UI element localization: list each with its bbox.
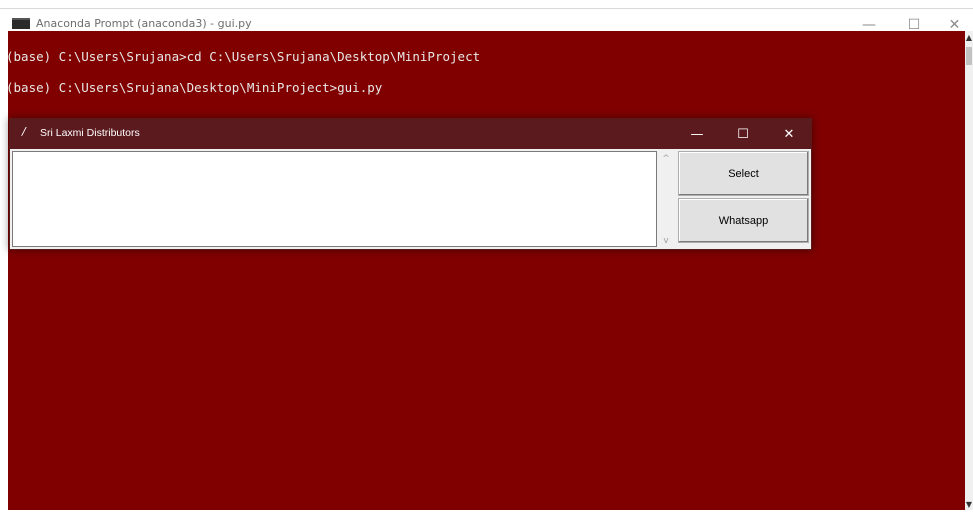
scrollbar-thumb[interactable] (966, 47, 972, 65)
whatsapp-button[interactable]: Whatsapp (678, 198, 809, 243)
outer-window-title: Anaconda Prompt (anaconda3) - gui.py (36, 17, 252, 30)
feather-icon: / (22, 125, 26, 138)
console-line: (base) C:\Users\Srujana\Desktop\MiniProj… (8, 80, 383, 95)
close-icon: ✕ (783, 126, 795, 142)
sri-laxmi-distributors-window: / Sri Laxmi Distributors — ☐ ✕ ^ v Selec… (9, 118, 812, 250)
select-button[interactable]: Select (678, 151, 809, 196)
console-scrollbar[interactable]: ▲ ▼ (965, 31, 973, 510)
app-maximize-button[interactable]: ☐ (720, 119, 766, 149)
app-titlebar[interactable]: / Sri Laxmi Distributors — ☐ ✕ (10, 119, 811, 149)
terminal-icon (12, 18, 30, 29)
console-line: (base) C:\Users\Srujana>cd C:\Users\Sruj… (8, 49, 481, 64)
minimize-icon: — (690, 126, 704, 142)
app-window-title: Sri Laxmi Distributors (40, 127, 140, 139)
maximize-icon: ☐ (737, 126, 749, 142)
scroll-up-arrow-icon[interactable]: ▲ (965, 33, 973, 43)
scroll-down-arrow-icon[interactable]: ▼ (965, 500, 973, 510)
app-close-button[interactable]: ✕ (766, 119, 812, 149)
app-minimize-button[interactable]: — (674, 119, 720, 149)
app-body: ^ v Select Whatsapp (10, 149, 811, 249)
listbox-scrollbar[interactable]: ^ v (657, 151, 675, 247)
items-listbox[interactable] (12, 151, 657, 247)
scroll-down-arrow-icon[interactable]: v (657, 235, 675, 247)
scroll-up-arrow-icon[interactable]: ^ (657, 153, 675, 165)
console-output[interactable]: (base) C:\Users\Srujana>cd C:\Users\Sruj… (8, 31, 965, 510)
